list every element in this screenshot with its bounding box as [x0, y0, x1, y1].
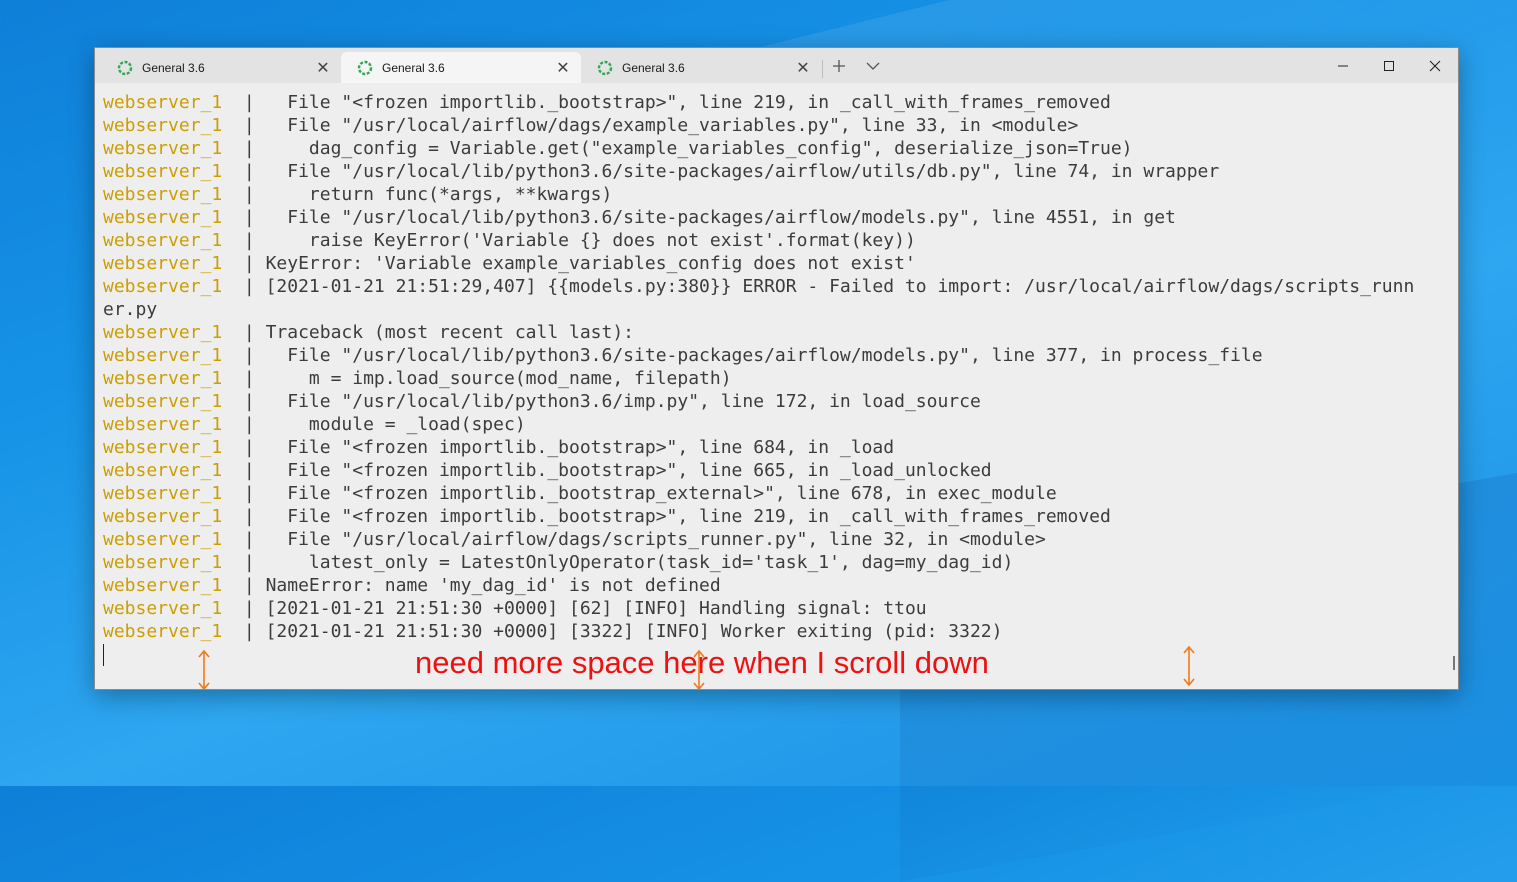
service-prefix: webserver_1: [103, 529, 223, 550]
terminal-line: webserver_1 | raise KeyError('Variable {…: [103, 229, 1453, 252]
tab-label: General 3.6: [622, 60, 685, 75]
service-prefix: webserver_1: [103, 322, 223, 343]
terminal-line: webserver_1 | m = imp.load_source(mod_na…: [103, 367, 1453, 390]
log-text: er.py: [103, 299, 158, 320]
tab-general-2[interactable]: General 3.6 ✕: [341, 52, 581, 83]
tab-label: General 3.6: [382, 60, 445, 75]
maximize-icon[interactable]: [1366, 48, 1412, 83]
tab-label: General 3.6: [142, 60, 205, 75]
terminal-line: webserver_1 | [2021-01-21 21:51:29,407] …: [103, 275, 1453, 298]
title-bar[interactable]: General 3.6 ✕ General 3.6 ✕ General 3.6 …: [95, 48, 1458, 83]
terminal-line: er.py: [103, 298, 1453, 321]
service-prefix: webserver_1: [103, 552, 223, 573]
service-prefix: webserver_1: [103, 391, 223, 412]
spinner-ring-icon: [357, 60, 373, 76]
chevron-down-icon[interactable]: [859, 52, 887, 80]
terminal-line: webserver_1 | File "/usr/local/lib/pytho…: [103, 390, 1453, 413]
service-prefix: webserver_1: [103, 184, 223, 205]
log-text: | raise KeyError('Variable {} does not e…: [222, 230, 916, 251]
double-arrow-icon: [1183, 645, 1195, 687]
log-text: | File "/usr/local/lib/python3.6/imp.py"…: [222, 391, 981, 412]
minimize-icon[interactable]: [1320, 48, 1366, 83]
close-icon[interactable]: ✕: [791, 56, 815, 80]
double-arrow-icon: [198, 649, 210, 691]
log-text: | File "/usr/local/airflow/dags/example_…: [222, 115, 1079, 136]
plus-icon[interactable]: [825, 52, 853, 80]
service-prefix: webserver_1: [103, 621, 223, 642]
terminal-line: webserver_1 | module = _load(spec): [103, 413, 1453, 436]
service-prefix: webserver_1: [103, 276, 223, 297]
log-text: | File "<frozen importlib._bootstrap>", …: [222, 506, 1111, 527]
service-prefix: webserver_1: [103, 506, 223, 527]
service-prefix: webserver_1: [103, 345, 223, 366]
terminal-line: webserver_1 | [2021-01-21 21:51:30 +0000…: [103, 597, 1453, 620]
service-prefix: webserver_1: [103, 575, 223, 596]
service-prefix: webserver_1: [103, 437, 223, 458]
terminal-line: webserver_1 | File "/usr/local/lib/pytho…: [103, 344, 1453, 367]
terminal-line: webserver_1 | latest_only = LatestOnlyOp…: [103, 551, 1453, 574]
service-prefix: webserver_1: [103, 414, 223, 435]
terminal-line: webserver_1 | File "<frozen importlib._b…: [103, 482, 1453, 505]
service-prefix: webserver_1: [103, 115, 223, 136]
close-window-icon[interactable]: [1412, 48, 1458, 83]
log-text: | KeyError: 'Variable example_variables_…: [222, 253, 916, 274]
terminal-window: General 3.6 ✕ General 3.6 ✕ General 3.6 …: [95, 48, 1458, 689]
log-text: | NameError: name 'my_dag_id' is not def…: [222, 575, 721, 596]
log-text: | Traceback (most recent call last):: [222, 322, 635, 343]
log-text: | return func(*args, **kwargs): [222, 184, 613, 205]
double-arrow-icon: [693, 649, 705, 691]
terminal-line: webserver_1 | File "/usr/local/airflow/d…: [103, 114, 1453, 137]
service-prefix: webserver_1: [103, 92, 223, 113]
log-text: | File "<frozen importlib._bootstrap>", …: [222, 437, 895, 458]
terminal-line: webserver_1 | dag_config = Variable.get(…: [103, 137, 1453, 160]
terminal-line: webserver_1 | return func(*args, **kwarg…: [103, 183, 1453, 206]
terminal-line: webserver_1 | File "<frozen importlib._b…: [103, 505, 1453, 528]
log-text: | m = imp.load_source(mod_name, filepath…: [222, 368, 732, 389]
terminal-line: webserver_1 | File "<frozen importlib._b…: [103, 459, 1453, 482]
terminal-line: webserver_1 | File "<frozen importlib._b…: [103, 436, 1453, 459]
service-prefix: webserver_1: [103, 161, 223, 182]
terminal-line: webserver_1 | File "/usr/local/airflow/d…: [103, 528, 1453, 551]
service-prefix: webserver_1: [103, 368, 223, 389]
service-prefix: webserver_1: [103, 138, 223, 159]
service-prefix: webserver_1: [103, 460, 223, 481]
terminal-line: webserver_1 | NameError: name 'my_dag_id…: [103, 574, 1453, 597]
spinner-ring-icon: [597, 60, 613, 76]
service-prefix: webserver_1: [103, 207, 223, 228]
terminal-line: webserver_1 | File "<frozen importlib._b…: [103, 91, 1453, 114]
service-prefix: webserver_1: [103, 230, 223, 251]
log-text: | [2021-01-21 21:51:30 +0000] [62] [INFO…: [222, 598, 927, 619]
tab-divider: [822, 60, 823, 78]
terminal-output[interactable]: webserver_1 | File "<frozen importlib._b…: [95, 83, 1458, 689]
service-prefix: webserver_1: [103, 253, 223, 274]
tab-general-3[interactable]: General 3.6 ✕: [581, 52, 821, 83]
service-prefix: webserver_1: [103, 598, 223, 619]
close-icon[interactable]: ✕: [311, 56, 335, 80]
log-text: | File "/usr/local/lib/python3.6/site-pa…: [222, 345, 1263, 366]
log-text: | File "/usr/local/lib/python3.6/site-pa…: [222, 207, 1176, 228]
log-text: | File "/usr/local/airflow/dags/scripts_…: [222, 529, 1046, 550]
log-text: | [2021-01-21 21:51:29,407] {{models.py:…: [222, 276, 1415, 297]
service-prefix: webserver_1: [103, 483, 223, 504]
terminal-line: webserver_1 | File "/usr/local/lib/pytho…: [103, 206, 1453, 229]
tab-general-1[interactable]: General 3.6 ✕: [101, 52, 341, 83]
log-text: | latest_only = LatestOnlyOperator(task_…: [222, 552, 1014, 573]
log-text: | File "<frozen importlib._bootstrap>", …: [222, 460, 992, 481]
text-cursor: [103, 644, 104, 666]
scrollbar-indicator[interactable]: [1453, 656, 1455, 670]
spinner-ring-icon: [117, 60, 133, 76]
log-text: | File "<frozen importlib._bootstrap_ext…: [222, 483, 1057, 504]
close-icon[interactable]: ✕: [551, 56, 575, 80]
terminal-line: webserver_1 | KeyError: 'Variable exampl…: [103, 252, 1453, 275]
terminal-line: webserver_1 | File "/usr/local/lib/pytho…: [103, 160, 1453, 183]
log-text: | dag_config = Variable.get("example_var…: [222, 138, 1133, 159]
log-text: | module = _load(spec): [222, 414, 526, 435]
terminal-line: webserver_1 | [2021-01-21 21:51:30 +0000…: [103, 620, 1453, 643]
log-text: | [2021-01-21 21:51:30 +0000] [3322] [IN…: [222, 621, 1003, 642]
terminal-line: webserver_1 | Traceback (most recent cal…: [103, 321, 1453, 344]
log-text: | File "<frozen importlib._bootstrap>", …: [222, 92, 1111, 113]
log-text: | File "/usr/local/lib/python3.6/site-pa…: [222, 161, 1220, 182]
